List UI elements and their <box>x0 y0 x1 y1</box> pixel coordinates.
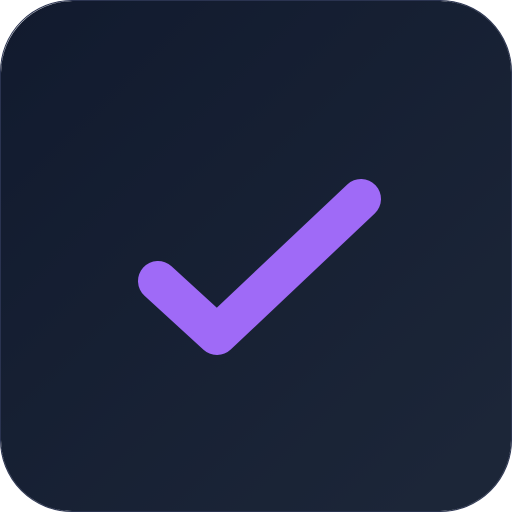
check-icon-svg <box>1 1 511 511</box>
app-icon-tile <box>0 0 512 512</box>
icon-background <box>1 1 511 511</box>
